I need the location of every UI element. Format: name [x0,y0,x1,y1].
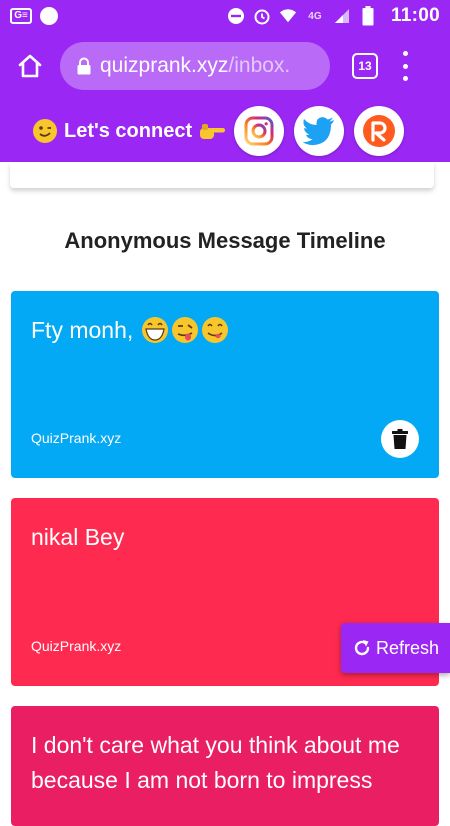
message-text: Fty monh, [31,317,134,343]
connect-label: Let's connect [64,119,193,142]
browser-toolbar: quizprank.xyz/inbox. 13 [0,32,450,100]
home-icon [18,54,42,78]
message-text-row: Fty monh, [31,313,419,348]
instagram-icon [244,116,274,146]
grinning-face-icon [141,317,168,343]
status-bar: G≡ 4G 11:00 [0,0,450,32]
tongue-wink-face-icon [171,317,198,343]
refresh-label: Refresh [375,637,440,658]
alarm-icon [253,7,271,25]
r-logo-icon [363,115,396,147]
menu-dot-icon [402,51,408,56]
signal-icon [333,7,351,25]
home-button[interactable] [10,46,50,86]
lock-icon [77,57,91,75]
winking-face-emoji-icon [33,119,57,143]
carrier-badge: G≡ [10,8,32,24]
connect-bar: Let's connect [0,100,450,162]
battery-icon [359,6,377,26]
address-bar[interactable]: quizprank.xyz/inbox. [60,42,330,90]
notification-dot-icon [40,7,58,25]
message-card: Fty monh, QuizPrank.xyz [11,291,439,478]
clock: 11:00 [390,5,440,26]
url-host: quizprank.xyz [100,54,229,77]
pointing-hand-icon [200,124,226,139]
connect-label-group: Let's connect [32,118,226,144]
yum-face-icon [201,317,228,343]
menu-dot-icon [402,63,408,69]
menu-dot-icon [402,76,408,81]
instagram-button[interactable] [234,106,285,156]
tab-switcher-button[interactable]: 13 [352,53,378,79]
do-not-disturb-icon [227,7,245,25]
twitter-icon [302,117,335,146]
twitter-button[interactable] [294,106,345,156]
refresh-icon [354,640,370,656]
wifi-icon [279,7,297,25]
trash-icon [392,429,408,449]
r-social-button[interactable] [354,106,405,156]
overflow-menu-button[interactable] [400,51,410,81]
delete-message-button[interactable] [381,420,419,458]
message-text: nikal Bey [31,524,125,550]
message-text: I don't care what you think about me bec… [31,732,400,793]
page-title: Anonymous Message Timeline [64,228,386,253]
network-type-icon: 4G [308,10,322,22]
previous-card-bottom [10,162,434,188]
message-source: QuizPrank.xyz [31,638,122,654]
message-card: I don't care what you think about me bec… [11,706,439,826]
url-path: /inbox. [228,54,291,77]
refresh-button[interactable]: Refresh [341,623,450,673]
message-source: QuizPrank.xyz [31,430,122,446]
